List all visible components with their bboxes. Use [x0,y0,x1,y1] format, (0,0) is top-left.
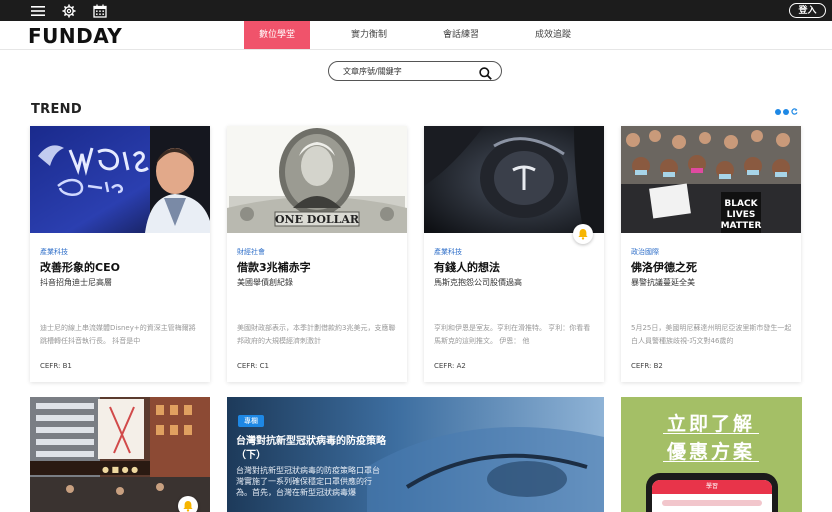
article-image-dollar-bill[interactable]: ONE DOLLAR [227,126,407,233]
article-subtitle: 馬斯克抱怨公司股價過高 [434,278,522,287]
article-subtitle: 美國舉債創紀錄 [237,278,293,287]
phone-header-label: 學習 [652,480,772,494]
article-image-protest-crowd[interactable]: BLACK LIVES MATTER [621,126,801,233]
article-category: 產業科技 [40,248,68,256]
cefr-level: CEFR: A2 [434,362,466,370]
featured-title[interactable]: 台灣對抗新型冠狀病毒的防疫策略（下） [236,435,386,463]
article-category: 政治國際 [631,248,659,256]
article-title[interactable]: 改善形象的CEO [40,259,120,275]
article-excerpt: 迪士尼的線上串流媒體Disney+的資深主管梅爾將跳槽轉任抖音執行長。 抖音是中 [40,324,196,345]
nav-tab-progress[interactable]: 成效追蹤 [522,21,584,49]
gear-icon[interactable] [60,2,77,19]
article-image-tesla-wheel[interactable] [424,126,604,233]
article-subtitle: 暴警抗議蔓延全美 [631,278,695,287]
search-icon[interactable] [479,65,492,80]
article-title[interactable]: 佛洛伊德之死 [631,259,697,275]
nav-tab-digital-school[interactable]: 數位學堂 [244,21,310,49]
calendar-icon[interactable] [91,2,108,19]
bell-icon[interactable] [573,224,593,244]
promo-headline: 立即了解 [666,413,755,435]
carousel-pager[interactable] [775,108,798,115]
article-category: 產業科技 [434,248,462,256]
article-excerpt: 亨利和伊恩是室友。亨利在滑推特。 亨利：你看看馬斯克的這則推文。 伊恩： 他 [434,324,591,345]
article-card[interactable]: ONE DOLLAR 財經社會 借款3兆補赤字 美國舉債創紀錄 美國財政部表示，… [227,126,407,382]
featured-column-card[interactable]: 專欄 台灣對抗新型冠狀病毒的防疫策略（下） 台灣對抗新型冠狀病毒的防疫策略口罩台… [227,397,604,512]
main-header: FUNDAY 數位學堂 實力衡制 會話練習 成效追蹤 [0,21,832,50]
bell-icon[interactable] [178,496,198,512]
svg-text:LIVES: LIVES [727,210,756,220]
article-image-disney-ceo[interactable] [30,126,210,233]
search-bar [328,61,502,81]
menu-icon[interactable] [29,2,46,19]
promo-banner[interactable]: 立即了解 優惠方案 學習 [621,397,802,512]
pager-dot[interactable] [775,108,781,115]
cefr-level: CEFR: B1 [40,362,72,370]
search-input[interactable] [343,65,473,78]
refresh-icon[interactable] [791,108,798,115]
article-excerpt: 美國財政部表示，本季計劃借款約3兆美元，支應聯邦政府的大規模經濟刺激計 [237,324,396,345]
phone-mockup: 學習 [646,473,778,512]
article-card[interactable]: 產業科技 改善形象的CEO 抖音招角迪士尼高層 迪士尼的線上串流媒體Disney… [30,126,210,382]
pager-dot[interactable] [783,108,789,115]
article-image-taipei-building[interactable]: ● ■ ● ● [30,397,210,512]
trend-section-title: TREND [31,102,82,117]
top-bar: 登入 [0,0,832,21]
nav-tab-assessment[interactable]: 實力衡制 [338,21,400,49]
svg-text:MATTER: MATTER [721,221,762,231]
article-title[interactable]: 借款3兆補赤字 [237,259,311,275]
article-card[interactable]: 產業科技 有錢人的想法 馬斯克抱怨公司股價過高 亨利和伊恩是室友。亨利在滑推特。… [424,126,604,382]
article-card[interactable]: BLACK LIVES MATTER 政治國際 佛洛伊德之死 暴警抗議蔓延全美 … [621,126,801,382]
nav-tab-conversation[interactable]: 會話練習 [430,21,492,49]
svg-text:ONE DOLLAR: ONE DOLLAR [275,213,360,226]
column-tag: 專欄 [238,415,264,427]
funday-logo[interactable]: FUNDAY [28,24,122,48]
cefr-level: CEFR: B2 [631,362,663,370]
article-card[interactable]: ● ■ ● ● [30,397,210,512]
svg-text:BLACK: BLACK [724,199,758,209]
cefr-level: CEFR: C1 [237,362,269,370]
article-title[interactable]: 有錢人的想法 [434,259,500,275]
article-category: 財經社會 [237,248,265,256]
article-subtitle: 抖音招角迪士尼高層 [40,278,112,287]
featured-excerpt: 台灣對抗新型冠狀病毒的防疫策略口罩台灣實施了一系列確保穩定口罩供應的行為。首先，… [236,466,380,497]
svg-text:● ■ ● ●: ● ■ ● ● [102,465,138,474]
promo-subheadline: 優惠方案 [666,441,755,463]
login-button[interactable]: 登入 [789,3,826,18]
article-excerpt: 5月25日，美國明尼蘇達州明尼亞波里斯市發生一起白人員警種族歧視-巧文對46歲的 [631,324,792,345]
